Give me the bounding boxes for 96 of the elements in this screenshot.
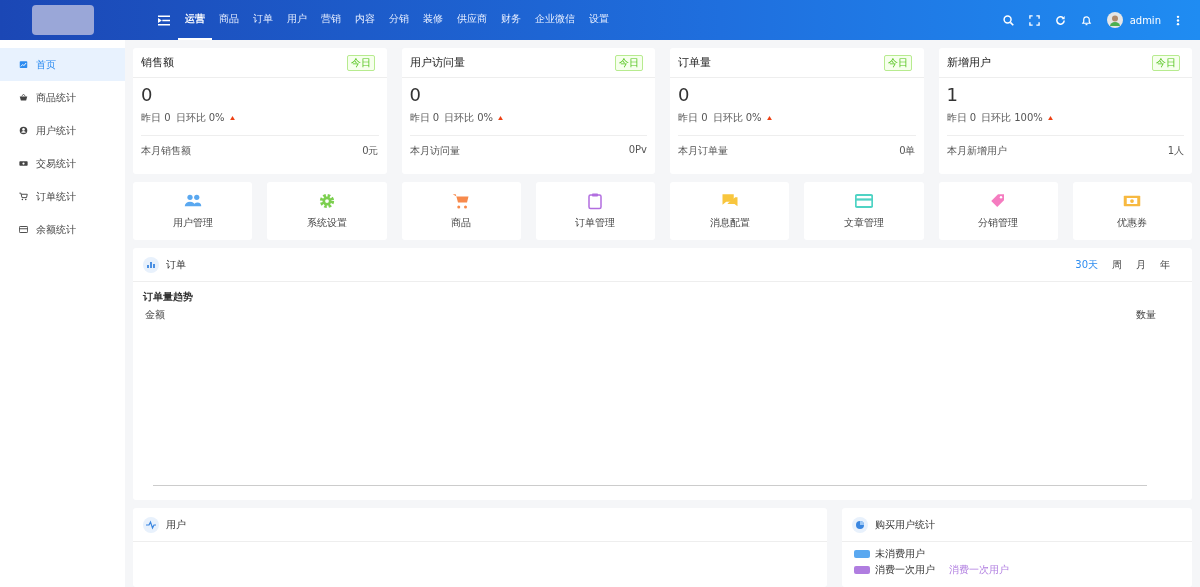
chart-icon: [19, 60, 28, 69]
shortcut-card[interactable]: 消息配置: [670, 182, 790, 240]
trend-up-icon: [766, 116, 772, 120]
axis-label: 金额: [145, 308, 165, 322]
shortcut-card[interactable]: 商品: [401, 182, 521, 240]
bell-icon[interactable]: [1080, 14, 1092, 26]
nav-tab[interactable]: 财务: [494, 0, 528, 40]
nav-tab[interactable]: 用户: [280, 0, 314, 40]
chart-title: 订单量趋势: [143, 290, 194, 304]
nav-tab[interactable]: 设置: [582, 0, 616, 40]
shortcut-card[interactable]: 优惠券: [1072, 182, 1192, 240]
shortcut-label: 优惠券: [1117, 216, 1148, 230]
shortcut-card[interactable]: 文章管理: [804, 182, 924, 240]
nav-tab[interactable]: 分销: [382, 0, 416, 40]
yesterday-value: 昨日 0: [678, 111, 708, 125]
nav-tab[interactable]: 营销: [314, 0, 348, 40]
stat-value: 0: [141, 83, 154, 107]
card-title: 用户访问量: [409, 55, 465, 70]
nav-tab[interactable]: 运营: [178, 0, 212, 40]
user-name[interactable]: admin: [1129, 14, 1161, 26]
month-value: 1人: [1167, 144, 1184, 158]
stat-value: 0: [409, 83, 422, 107]
shortcut-label: 商品: [451, 216, 472, 230]
card-title: 订单量: [678, 55, 711, 70]
menu-icon[interactable]: [158, 14, 170, 26]
pie-chart-icon: [852, 516, 868, 533]
banknote-icon: [19, 159, 28, 168]
shortcut-label: 订单管理: [575, 216, 616, 230]
stat-value: 1: [946, 83, 959, 107]
trend-up-icon: [229, 116, 235, 120]
month-label: 本月销售额: [141, 144, 191, 158]
cart-icon: [19, 192, 28, 201]
shortcut-card[interactable]: 订单管理: [535, 182, 655, 240]
panel-title: 用户: [166, 517, 186, 532]
shortcut-card[interactable]: 用户管理: [133, 182, 253, 240]
month-value: 0元: [362, 144, 379, 158]
month-label: 本月订单量: [678, 144, 728, 158]
nav-tab[interactable]: 企业微信: [528, 0, 582, 40]
nav-tab[interactable]: 供应商: [450, 0, 494, 40]
shortcut-label: 用户管理: [172, 216, 213, 230]
panel-title: 购买用户统计: [875, 517, 935, 532]
basket-icon: [19, 93, 28, 102]
legend-label: 消费一次用户: [875, 563, 935, 577]
sidebar-item[interactable]: 订单统计: [0, 180, 125, 213]
day-ratio: 日环比 100%: [981, 111, 1043, 125]
month-label: 本月新增用户: [946, 144, 1007, 158]
shortcut-card[interactable]: 系统设置: [267, 182, 387, 240]
sidebar-item[interactable]: 交易统计: [0, 147, 125, 180]
nav-tab[interactable]: 商品: [212, 0, 246, 40]
month-label: 本月访问量: [409, 144, 460, 158]
nav-tab[interactable]: 订单: [246, 0, 280, 40]
shortcut-card[interactable]: 分销管理: [938, 182, 1058, 240]
card-title: 销售额: [141, 55, 174, 70]
pulse-icon: [143, 516, 159, 533]
month-value: 0Pv: [628, 144, 647, 157]
legend-label: 未消费用户: [875, 547, 925, 561]
period-tab[interactable]: 周: [1112, 257, 1122, 272]
yesterday-value: 昨日 0: [409, 111, 440, 125]
shortcut-label: 文章管理: [843, 216, 884, 230]
today-badge: 今日: [615, 54, 643, 71]
today-badge: 今日: [883, 54, 912, 71]
nav-tab[interactable]: 装修: [416, 0, 450, 40]
search-icon[interactable]: [1002, 14, 1014, 26]
today-badge: 今日: [346, 54, 375, 71]
card-title: 新增用户: [946, 55, 991, 70]
yesterday-value: 昨日 0: [141, 111, 171, 125]
bar-chart-icon: [143, 256, 159, 273]
card-icon: [19, 225, 28, 234]
day-ratio: 日环比 0%: [175, 111, 225, 125]
shortcut-label: 系统设置: [306, 216, 347, 230]
user-icon: [19, 126, 28, 135]
stat-value: 0: [678, 83, 691, 107]
month-value: 0单: [899, 144, 916, 158]
shortcut-label: 消息配置: [709, 216, 750, 230]
period-tab[interactable]: 月: [1136, 257, 1146, 272]
trend-up-icon: [1047, 116, 1053, 120]
nav-tab[interactable]: 内容: [348, 0, 382, 40]
refresh-icon[interactable]: [1054, 14, 1066, 26]
trend-up-icon: [498, 116, 504, 120]
day-ratio: 日环比 0%: [712, 111, 762, 125]
sidebar-item[interactable]: 用户统计: [0, 114, 125, 147]
panel-title: 订单: [166, 257, 186, 272]
period-tab[interactable]: 30天: [1075, 257, 1098, 272]
avatar-icon[interactable]: [1106, 12, 1123, 28]
yesterday-value: 昨日 0: [946, 111, 977, 125]
more-icon[interactable]: [1176, 14, 1180, 26]
today-badge: 今日: [1152, 54, 1180, 71]
fullscreen-icon[interactable]: [1028, 14, 1040, 26]
day-ratio: 日环比 0%: [444, 111, 494, 125]
shortcut-label: 分销管理: [978, 216, 1019, 230]
sidebar-item[interactable]: 商品统计: [0, 81, 125, 114]
axis-label: 数量: [1136, 308, 1156, 322]
sidebar-item[interactable]: 余额统计: [0, 213, 125, 246]
logo-placeholder: [32, 5, 94, 35]
period-tab[interactable]: 年: [1160, 257, 1170, 272]
slice-label: 消费一次用户: [949, 563, 1009, 577]
